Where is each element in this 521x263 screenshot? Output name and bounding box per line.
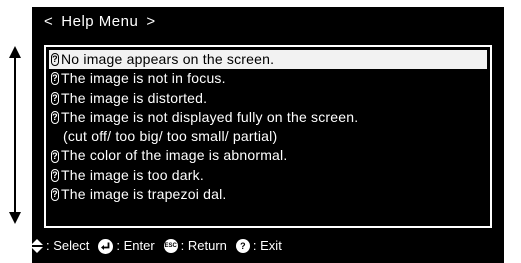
question-icon: ?	[51, 188, 59, 202]
return-hint-label: : Return	[180, 238, 227, 253]
help-item-label: The color of the image is abnormal.	[61, 147, 288, 164]
help-item-not-in-focus[interactable]: ? The image is not in focus.	[49, 69, 487, 88]
help-item-no-image[interactable]: ? No image appears on the screen.	[49, 50, 487, 70]
enter-key-icon	[98, 238, 114, 254]
help-menu-osd: < Help Menu > ? No image appears on the …	[32, 7, 504, 263]
help-item-color-abnormal[interactable]: ? The color of the image is abnormal.	[49, 146, 487, 165]
help-item-detail: (cut off/ too big/ too small/ partial)	[63, 128, 278, 145]
help-key-icon: ?	[235, 239, 250, 253]
help-item-distorted[interactable]: ? The image is distorted.	[49, 89, 487, 108]
return-hint: ESC : Return	[163, 236, 227, 256]
help-item-trapezoidal[interactable]: ? The image is trapezoi dal.	[49, 185, 487, 204]
key-guide-footer: : Select : Enter ESC : Return ? : Exit	[31, 236, 291, 256]
help-item-label: The image is distorted.	[61, 89, 208, 106]
enter-hint: : Enter	[98, 236, 155, 256]
select-hint-label: : Select	[46, 238, 90, 253]
exit-hint-label: : Exit	[252, 238, 282, 253]
question-icon: ?	[51, 91, 59, 105]
help-topics-list: ? No image appears on the screen. ? The …	[44, 45, 492, 228]
exit-hint: ? : Exit	[235, 236, 282, 256]
question-icon: ?	[51, 53, 59, 67]
question-icon: ?	[51, 168, 59, 182]
previous-page-arrow[interactable]: <	[44, 9, 53, 35]
help-item-not-displayed-fully[interactable]: ? The image is not displayed fully on th…	[49, 108, 487, 127]
help-item-too-dark[interactable]: ? The image is too dark.	[49, 166, 487, 185]
select-hint: : Select	[31, 236, 89, 256]
help-item-label: The image is not in focus.	[61, 70, 226, 87]
help-item-label: The image is too dark.	[61, 166, 204, 183]
question-icon: ?	[51, 72, 59, 86]
help-item-label: The image is trapezoi dal.	[61, 186, 227, 203]
menu-title: Help Menu	[61, 13, 139, 30]
question-icon: ?	[51, 111, 59, 125]
next-page-arrow[interactable]: >	[146, 9, 155, 35]
scroll-updown-arrow-icon	[9, 46, 21, 224]
enter-hint-label: : Enter	[116, 238, 155, 253]
question-icon: ?	[51, 149, 59, 163]
help-item-label: The image is not displayed fully on the …	[61, 108, 359, 125]
help-item-label: No image appears on the screen.	[61, 51, 275, 67]
help-menu-title-bar: < Help Menu >	[44, 9, 156, 35]
help-item-not-displayed-fully-detail: (cut off/ too big/ too small/ partial)	[49, 127, 487, 146]
up-down-arrows-icon	[31, 239, 43, 253]
esc-key-icon: ESC	[163, 239, 178, 253]
